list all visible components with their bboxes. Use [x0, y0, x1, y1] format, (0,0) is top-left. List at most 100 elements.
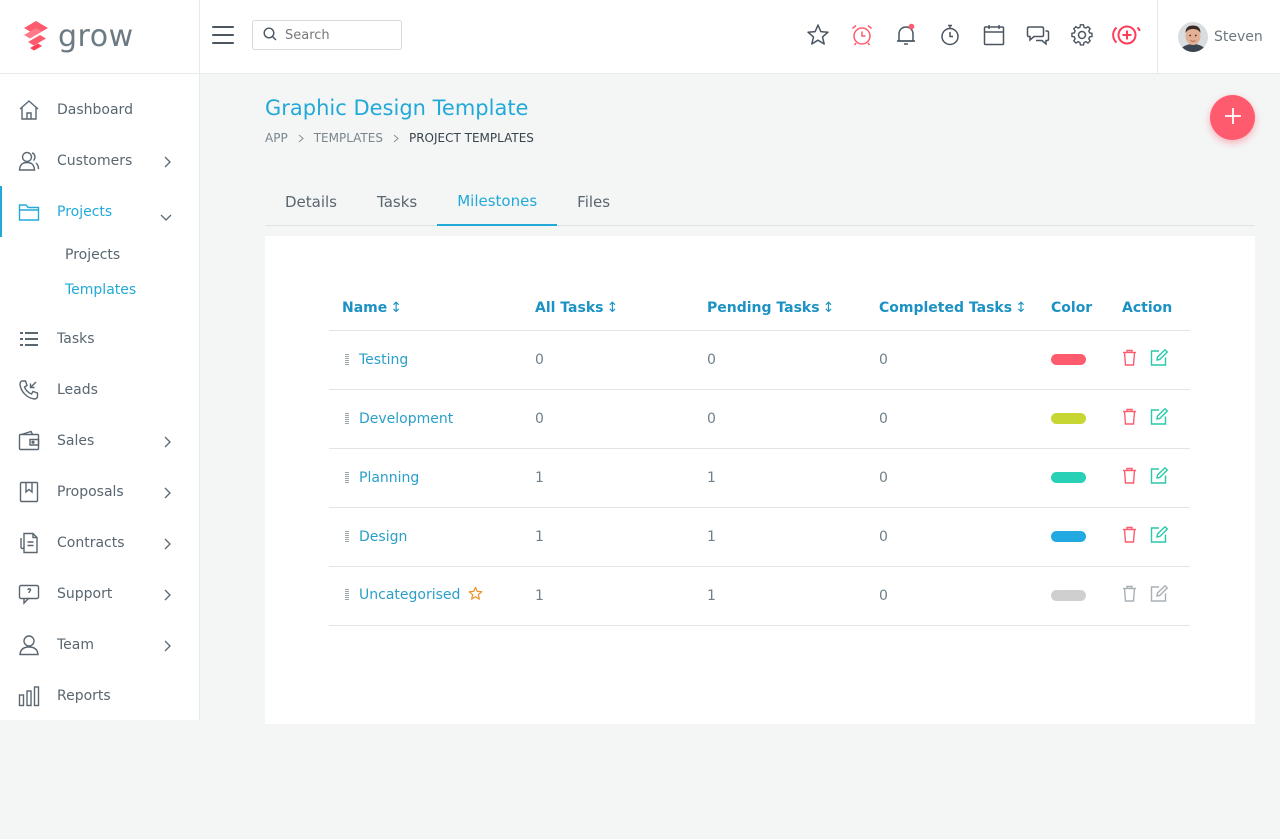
nav-item-customers[interactable]: Customers	[0, 135, 199, 186]
milestone-name[interactable]: Development	[359, 411, 453, 427]
drag-handle-icon[interactable]	[345, 412, 349, 424]
milestone-name[interactable]: Planning	[359, 470, 419, 486]
drag-handle-icon[interactable]	[345, 353, 349, 365]
table-header-row: Name ↕ All Tasks ↕ Pending Tasks ↕ Complete…	[329, 286, 1190, 331]
breadcrumb-item-app[interactable]: APP	[265, 131, 288, 145]
edit-icon[interactable]	[1150, 526, 1168, 543]
user-name: Steven	[1214, 29, 1263, 45]
nav-label: Sales	[57, 432, 95, 449]
color-swatch	[1051, 354, 1086, 365]
gear-icon[interactable]	[1060, 21, 1104, 49]
nav-item-team[interactable]: Team	[0, 619, 199, 670]
all-tasks-cell: 0	[535, 389, 707, 449]
milestone-name[interactable]: Testing	[359, 352, 408, 368]
milestone-name-cell: Development	[329, 389, 535, 449]
milestone-name[interactable]: Uncategorised	[359, 587, 460, 603]
action-cell	[1122, 566, 1190, 626]
nav-item-projects[interactable]: Projects	[0, 186, 199, 237]
phone-icon	[18, 379, 40, 401]
bell-icon[interactable]	[884, 21, 928, 49]
completed-tasks-cell: 0	[879, 330, 1051, 390]
nav-item-support[interactable]: Support	[0, 568, 199, 619]
action-cell	[1122, 389, 1190, 449]
nav-item-tasks[interactable]: Tasks	[0, 313, 199, 364]
nav-item-proposals[interactable]: Proposals	[0, 466, 199, 517]
completed-tasks-cell: 0	[879, 507, 1051, 567]
nav-subitem-templates[interactable]: Templates	[0, 272, 199, 307]
completed-tasks-cell: 0	[879, 389, 1051, 449]
breadcrumb-item-templates[interactable]: TEMPLATES	[314, 131, 383, 145]
nav-label: Tasks	[57, 330, 95, 347]
column-header-all-tasks[interactable]: All Tasks ↕	[535, 286, 707, 331]
drag-handle-icon[interactable]	[345, 589, 349, 600]
trash-icon[interactable]	[1122, 526, 1137, 543]
alarm-icon[interactable]	[840, 21, 884, 49]
nav-item-dashboard[interactable]: Dashboard	[0, 84, 199, 135]
chevron-right-icon	[163, 637, 171, 656]
table-row: Development 0 0 0	[329, 389, 1190, 449]
nav-label: Reports	[57, 687, 111, 704]
avatar	[1178, 22, 1208, 52]
menu-toggle-icon[interactable]	[212, 26, 234, 44]
color-swatch	[1051, 472, 1086, 483]
chat-bubbles-icon[interactable]	[1016, 21, 1060, 49]
action-cell	[1122, 448, 1190, 508]
milestone-name-cell: Planning	[329, 448, 535, 508]
column-header-completed-tasks[interactable]: Completed Tasks ↕	[879, 286, 1051, 331]
drag-handle-icon[interactable]	[345, 530, 349, 542]
tab-tasks[interactable]: Tasks	[357, 177, 437, 226]
column-header-name[interactable]: Name ↕	[329, 286, 535, 331]
completed-tasks-cell: 0	[879, 448, 1051, 508]
milestone-name[interactable]: Design	[359, 529, 407, 545]
table-row: Testing 0 0 0	[329, 330, 1190, 390]
add-fab-button[interactable]	[1210, 95, 1255, 140]
sort-icon: ↕	[606, 299, 619, 316]
nav-label: Team	[57, 636, 95, 653]
tab-files[interactable]: Files	[557, 177, 630, 226]
chevron-right-icon	[163, 484, 171, 503]
pending-tasks-cell: 1	[707, 566, 879, 626]
color-swatch	[1051, 413, 1086, 424]
stopwatch-icon[interactable]	[928, 21, 972, 49]
star-icon[interactable]	[796, 21, 840, 49]
milestone-name-cell: Testing	[329, 330, 535, 390]
breadcrumb: APP TEMPLATES PROJECT TEMPLATES	[265, 131, 534, 145]
action-cell	[1122, 330, 1190, 390]
edit-icon[interactable]	[1150, 349, 1168, 366]
nav-subitem-projects[interactable]: Projects	[0, 237, 199, 272]
nav-item-leads[interactable]: Leads	[0, 364, 199, 415]
nav-item-contracts[interactable]: Contracts	[0, 517, 199, 568]
pending-tasks-cell: 1	[707, 448, 879, 508]
nav-item-reports[interactable]: Reports	[0, 670, 199, 721]
milestones-panel: Name ↕ All Tasks ↕ Pending Tasks ↕ Complete…	[265, 236, 1255, 724]
chevron-right-icon	[163, 586, 171, 605]
list-icon	[18, 328, 40, 350]
nav-item-sales[interactable]: Sales	[0, 415, 199, 466]
search-input[interactable]	[285, 27, 385, 43]
trash-icon[interactable]	[1122, 408, 1137, 425]
wallet-icon	[18, 430, 40, 452]
bookmark-icon	[18, 481, 40, 503]
trash-icon[interactable]	[1122, 467, 1137, 484]
tab-details[interactable]: Details	[265, 177, 357, 226]
color-cell	[1051, 448, 1122, 508]
trash-icon[interactable]	[1122, 349, 1137, 366]
edit-icon[interactable]	[1150, 467, 1168, 484]
completed-tasks-cell: 0	[879, 566, 1051, 626]
breadcrumb-item-current: PROJECT TEMPLATES	[408, 131, 534, 145]
table-row: Uncategorised 1 1 0	[329, 566, 1190, 626]
nav-label: Projects	[57, 203, 113, 220]
search-box[interactable]	[252, 20, 402, 50]
add-circle-icon[interactable]	[1104, 21, 1148, 49]
logo[interactable]: grow	[0, 0, 199, 74]
tab-milestones[interactable]: Milestones	[437, 177, 558, 226]
drag-handle-icon[interactable]	[345, 471, 349, 483]
edit-icon[interactable]	[1150, 408, 1168, 425]
column-header-pending-tasks[interactable]: Pending Tasks ↕	[707, 286, 879, 331]
nav-label: Customers	[57, 152, 133, 169]
edit-icon	[1150, 585, 1168, 602]
calendar-icon[interactable]	[972, 21, 1016, 49]
user-menu[interactable]: Steven	[1157, 0, 1280, 74]
chevron-down-icon	[160, 206, 172, 225]
sort-icon: ↕	[1015, 299, 1027, 316]
